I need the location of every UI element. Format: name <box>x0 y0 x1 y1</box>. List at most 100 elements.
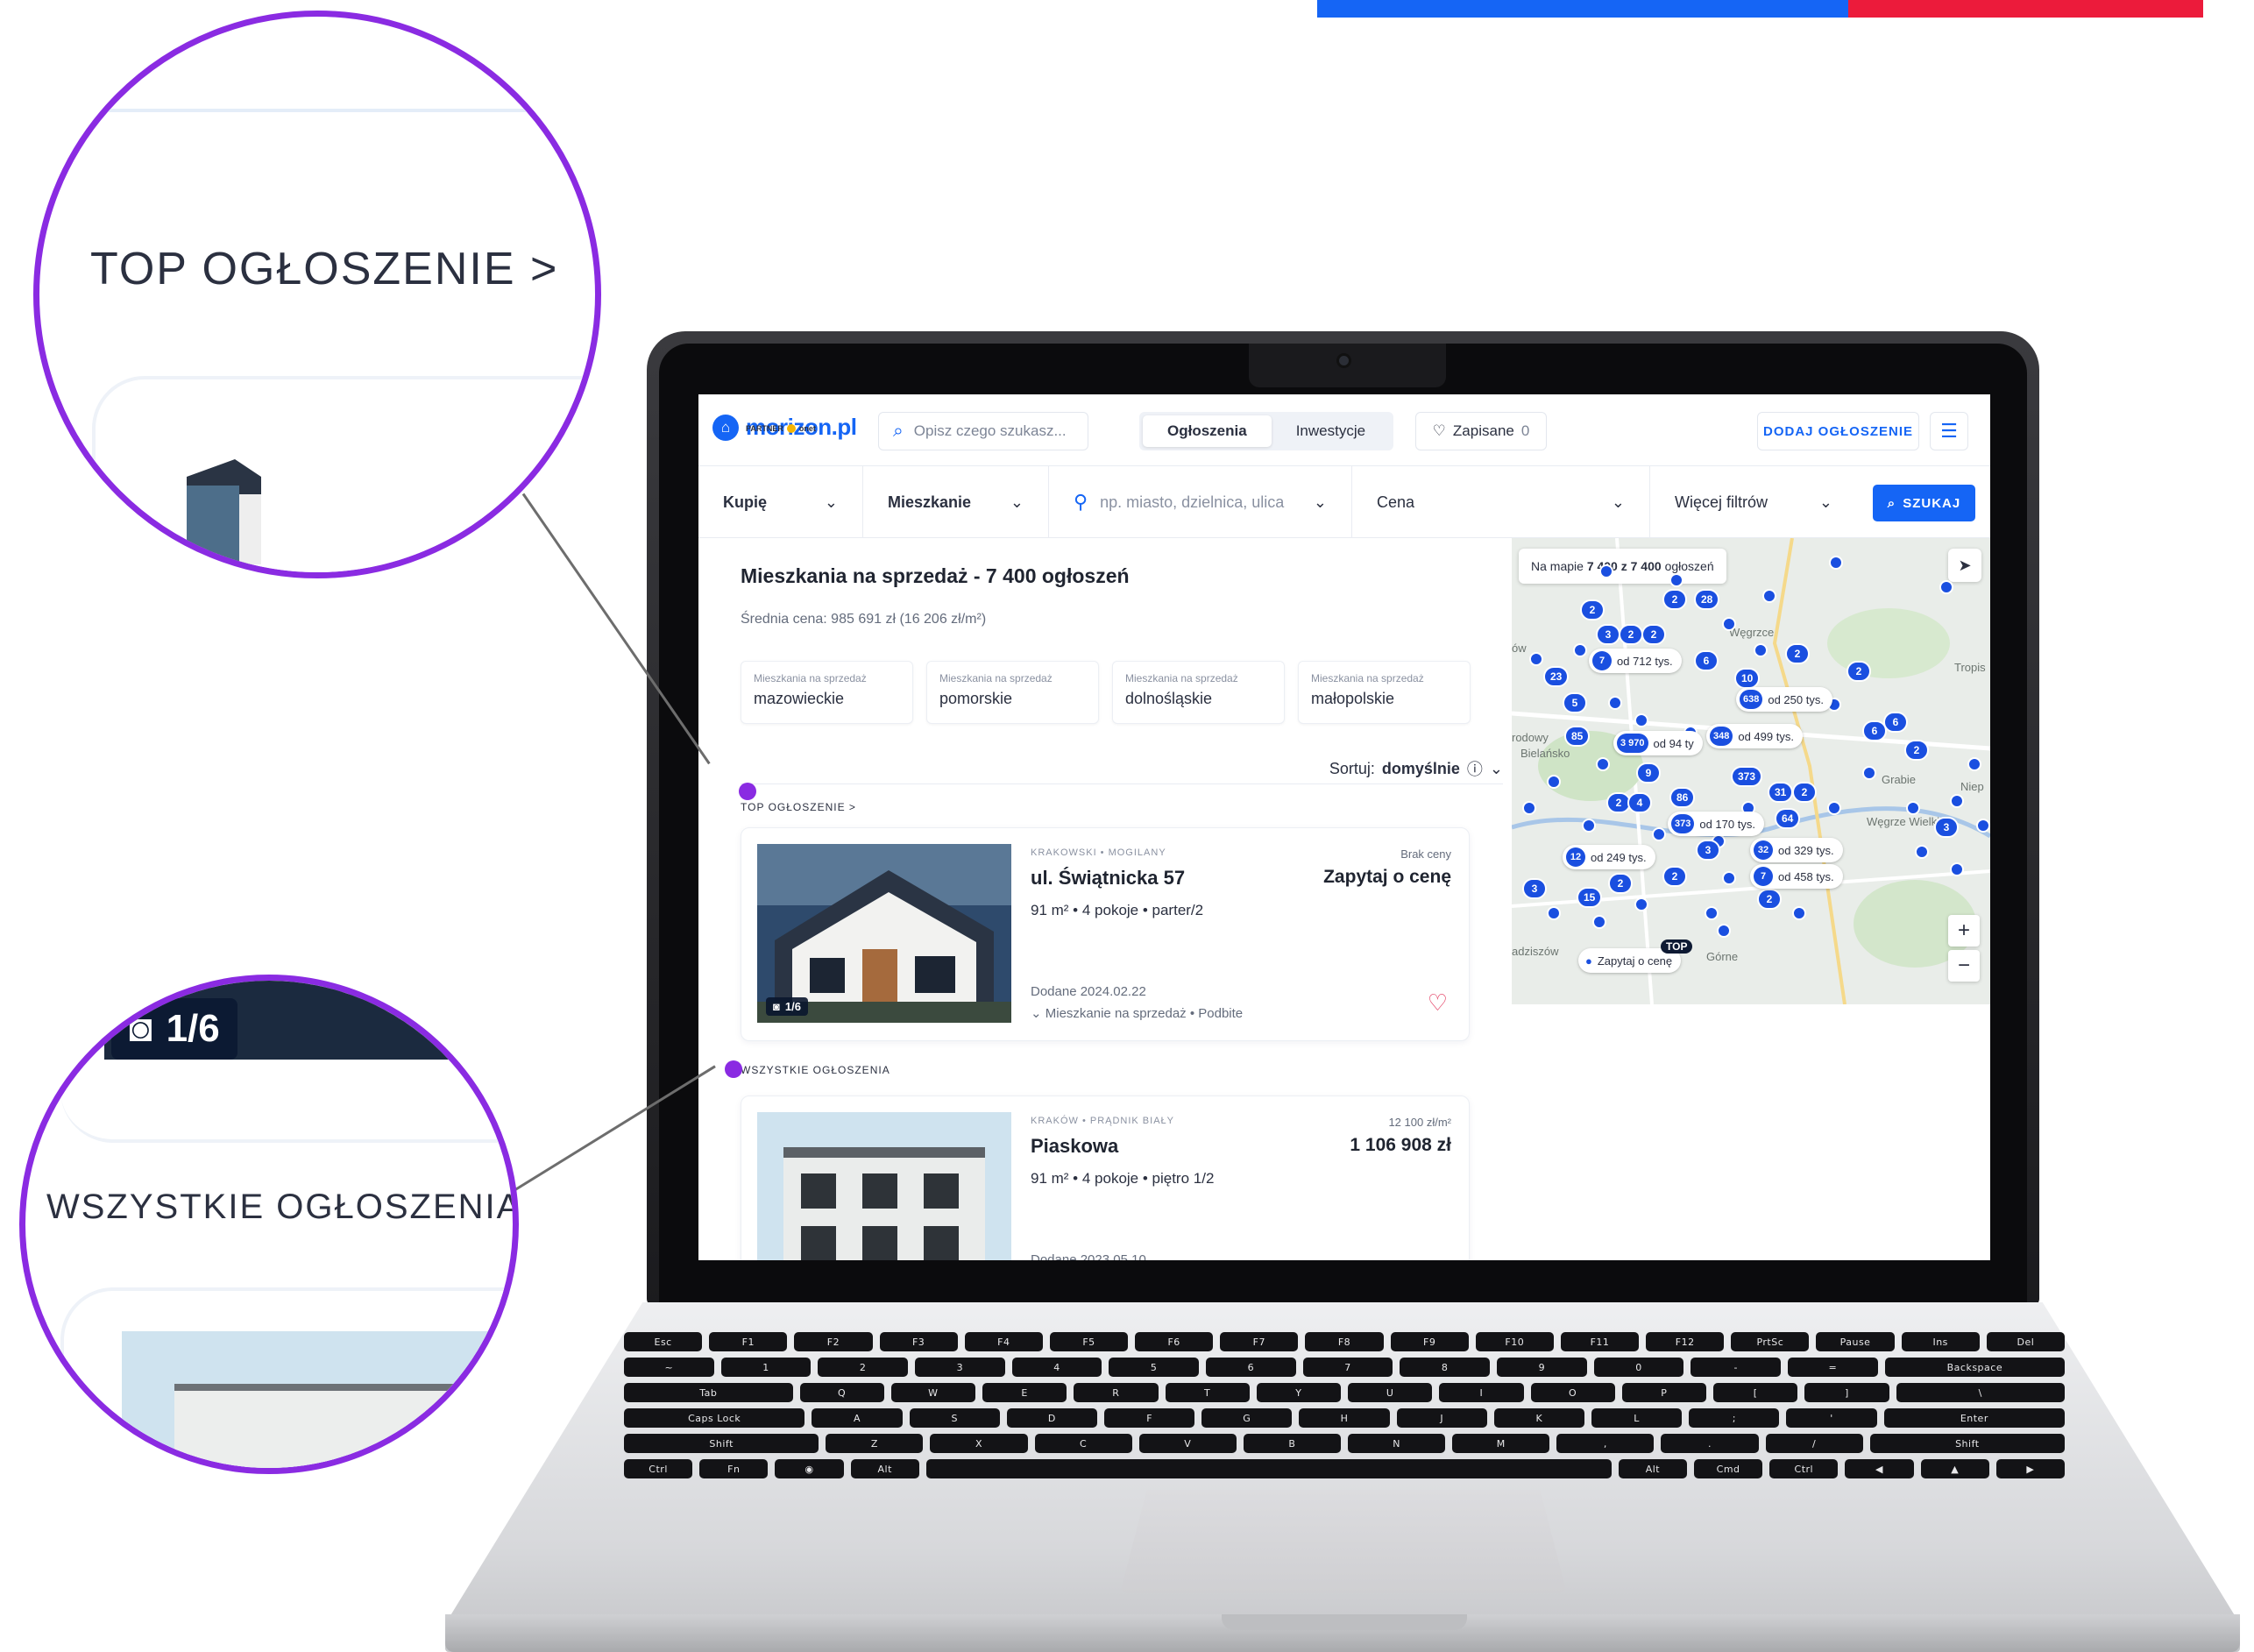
favorite-heart-icon[interactable]: ♡ <box>1428 989 1448 1017</box>
map-cluster[interactable]: 5 <box>1563 692 1587 713</box>
map-cluster[interactable]: 2 <box>1904 740 1929 761</box>
results-map[interactable]: Na mapie 7 400 z 7 400 ogłoszeń ➤ Węgrzc… <box>1512 538 1990 1004</box>
describe-search-input[interactable]: ⌕ Opisz czego szukasz... <box>878 412 1088 450</box>
map-cluster[interactable]: 15 <box>1577 887 1603 908</box>
map-listing-dot[interactable] <box>1792 906 1806 920</box>
map-cluster[interactable]: 6 <box>1694 650 1719 671</box>
map-listing-dot[interactable] <box>1827 801 1841 815</box>
zoom-out-button[interactable]: − <box>1948 950 1980 982</box>
map-cluster[interactable]: 2 <box>1757 889 1782 910</box>
map-listing-dot[interactable] <box>1705 906 1719 920</box>
map-cluster[interactable]: 10 <box>1734 668 1761 689</box>
map-listing-dot[interactable] <box>1950 794 1964 808</box>
map-listing-dot[interactable] <box>1976 819 1990 833</box>
sort-dropdown[interactable]: Sortuj: domyślnie ⓘ ⌄ <box>1329 757 1503 780</box>
map-listing-dot[interactable] <box>1950 862 1964 876</box>
map-price-label[interactable]: 7 od 712 tys. <box>1589 649 1682 673</box>
map-price-label[interactable]: 32 od 329 tys. <box>1750 838 1843 862</box>
map-cluster[interactable]: 85 <box>1564 726 1591 747</box>
map-cluster[interactable]: 2 <box>1641 624 1666 645</box>
map-cluster[interactable]: 23 <box>1543 666 1570 687</box>
chevron-down-icon: ⌄ <box>1313 493 1327 511</box>
map-listing-dot[interactable] <box>1762 589 1776 603</box>
map-listing-dot[interactable] <box>1669 573 1683 587</box>
map-listing-dot[interactable] <box>1939 580 1953 594</box>
map-listing-dot[interactable] <box>1634 897 1648 911</box>
map-cluster[interactable]: 4 <box>1627 792 1652 813</box>
region-card[interactable]: Mieszkania na sprzedaż pomorskie <box>926 661 1099 724</box>
search-button[interactable]: ⌕ SZUKAJ <box>1873 485 1975 521</box>
map-listing-dot[interactable] <box>1573 643 1587 657</box>
deal-type-select[interactable]: Kupię ⌄ <box>698 466 863 538</box>
zoom-in-button[interactable]: + <box>1948 915 1980 947</box>
map-listing-dot[interactable] <box>1967 757 1981 771</box>
locate-me-icon[interactable]: ➤ <box>1948 549 1981 582</box>
map-cluster[interactable]: 2 <box>1785 643 1810 664</box>
map-listing-dot[interactable] <box>1596 757 1610 771</box>
map-price-label[interactable]: 12 od 249 tys. <box>1563 845 1655 869</box>
map-price-label[interactable]: 373 od 170 tys. <box>1668 812 1764 836</box>
listing-tags[interactable]: ⌄ Mieszkanie na sprzedaż • Podbite <box>1031 1005 1243 1021</box>
map-cluster[interactable]: 373 <box>1731 766 1763 787</box>
map-cluster[interactable]: 9 <box>1636 762 1661 783</box>
price-select[interactable]: Cena ⌄ <box>1352 466 1650 538</box>
tab-inwestycje[interactable]: Inwestycje <box>1272 415 1390 447</box>
map-listing-dot[interactable] <box>1529 652 1543 666</box>
map-cluster[interactable]: 3 <box>1596 624 1620 645</box>
map-cluster[interactable]: 2 <box>1580 599 1605 620</box>
map-cluster[interactable]: 2 <box>1619 624 1643 645</box>
listing-card-top[interactable]: ◙ 1/6 KRAKOWSKI • MOGILANY ul. Świątnick… <box>741 827 1470 1041</box>
map-cluster[interactable]: 6 <box>1883 712 1908 733</box>
add-listing-button[interactable]: DODAJ OGŁOSZENIE <box>1757 412 1919 450</box>
region-card[interactable]: Mieszkania na sprzedaż dolnośląskie <box>1112 661 1285 724</box>
map-price-label[interactable]: 638 od 250 tys. <box>1736 687 1832 712</box>
map-cluster[interactable]: 28 <box>1694 589 1720 610</box>
region-card[interactable]: Mieszkania na sprzedaż małopolskie <box>1298 661 1471 724</box>
map-cluster[interactable]: 31 <box>1768 782 1794 803</box>
listing-title[interactable]: Piaskowa <box>1031 1135 1118 1158</box>
map-listing-dot[interactable] <box>1547 906 1561 920</box>
map-listing-dot[interactable] <box>1582 819 1596 833</box>
map-listing-dot[interactable] <box>1522 801 1536 815</box>
hamburger-menu-icon[interactable]: ☰ <box>1930 412 1968 450</box>
listing-photo[interactable]: ◙ 1/6 <box>757 844 1011 1023</box>
map-listing-dot[interactable] <box>1599 564 1613 578</box>
map-cluster[interactable]: 2 <box>1846 661 1871 682</box>
map-listing-dot[interactable] <box>1754 643 1768 657</box>
map-listing-dot[interactable] <box>1717 924 1731 938</box>
map-listing-dot[interactable] <box>1915 845 1929 859</box>
map-listing-dot[interactable] <box>1608 696 1622 710</box>
map-price-label[interactable]: 348 od 499 tys. <box>1706 724 1803 748</box>
map-listing-dot[interactable] <box>1652 827 1666 841</box>
listing-photo[interactable] <box>757 1112 1011 1260</box>
map-cluster[interactable]: 2 <box>1662 866 1687 887</box>
map-cluster[interactable]: 2 <box>1792 782 1817 803</box>
map-cluster[interactable]: 86 <box>1669 787 1696 808</box>
key: H <box>1299 1408 1390 1428</box>
map-cluster[interactable]: 2 <box>1662 589 1687 610</box>
tab-ogloszenia[interactable]: Ogłoszenia <box>1143 415 1272 447</box>
map-cluster[interactable]: 64 <box>1775 808 1801 829</box>
saved-button[interactable]: ♡ Zapisane 0 <box>1415 412 1547 450</box>
property-type-select[interactable]: Mieszkanie ⌄ <box>863 466 1049 538</box>
map-listing-dot[interactable] <box>1592 915 1606 929</box>
top-listing-section-label[interactable]: TOP OGŁOSZENIE > <box>741 801 856 813</box>
map-listing-dot[interactable] <box>1722 871 1736 885</box>
map-cluster[interactable]: 2 <box>1608 873 1633 894</box>
map-listing-dot[interactable] <box>1547 775 1561 789</box>
location-input[interactable]: ⚲ np. miasto, dzielnica, ulica ⌄ <box>1049 466 1352 538</box>
map-listing-dot[interactable] <box>1862 766 1876 780</box>
map-listing-dot[interactable] <box>1906 801 1920 815</box>
region-card[interactable]: Mieszkania na sprzedaż mazowieckie <box>741 661 913 724</box>
map-cluster[interactable]: 3 <box>1934 817 1959 838</box>
map-price-label[interactable]: 3 970 od 94 ty <box>1613 731 1703 755</box>
map-listing-dot[interactable] <box>1634 713 1648 727</box>
map-listing-dot[interactable] <box>1722 617 1736 631</box>
listing-title[interactable]: ul. Świątnicka 57 <box>1031 867 1185 890</box>
map-listing-dot[interactable] <box>1829 556 1843 570</box>
more-filters-select[interactable]: Więcej filtrów ⌄ <box>1650 466 1857 538</box>
map-price-label[interactable]: 7 od 458 tys. <box>1750 864 1843 889</box>
listing-card[interactable]: KRAKÓW • PRĄDNIK BIAŁY Piaskowa 91 m² • … <box>741 1095 1470 1260</box>
map-cluster[interactable]: 3 <box>1522 878 1547 899</box>
map-cluster[interactable]: 3 <box>1696 840 1720 861</box>
